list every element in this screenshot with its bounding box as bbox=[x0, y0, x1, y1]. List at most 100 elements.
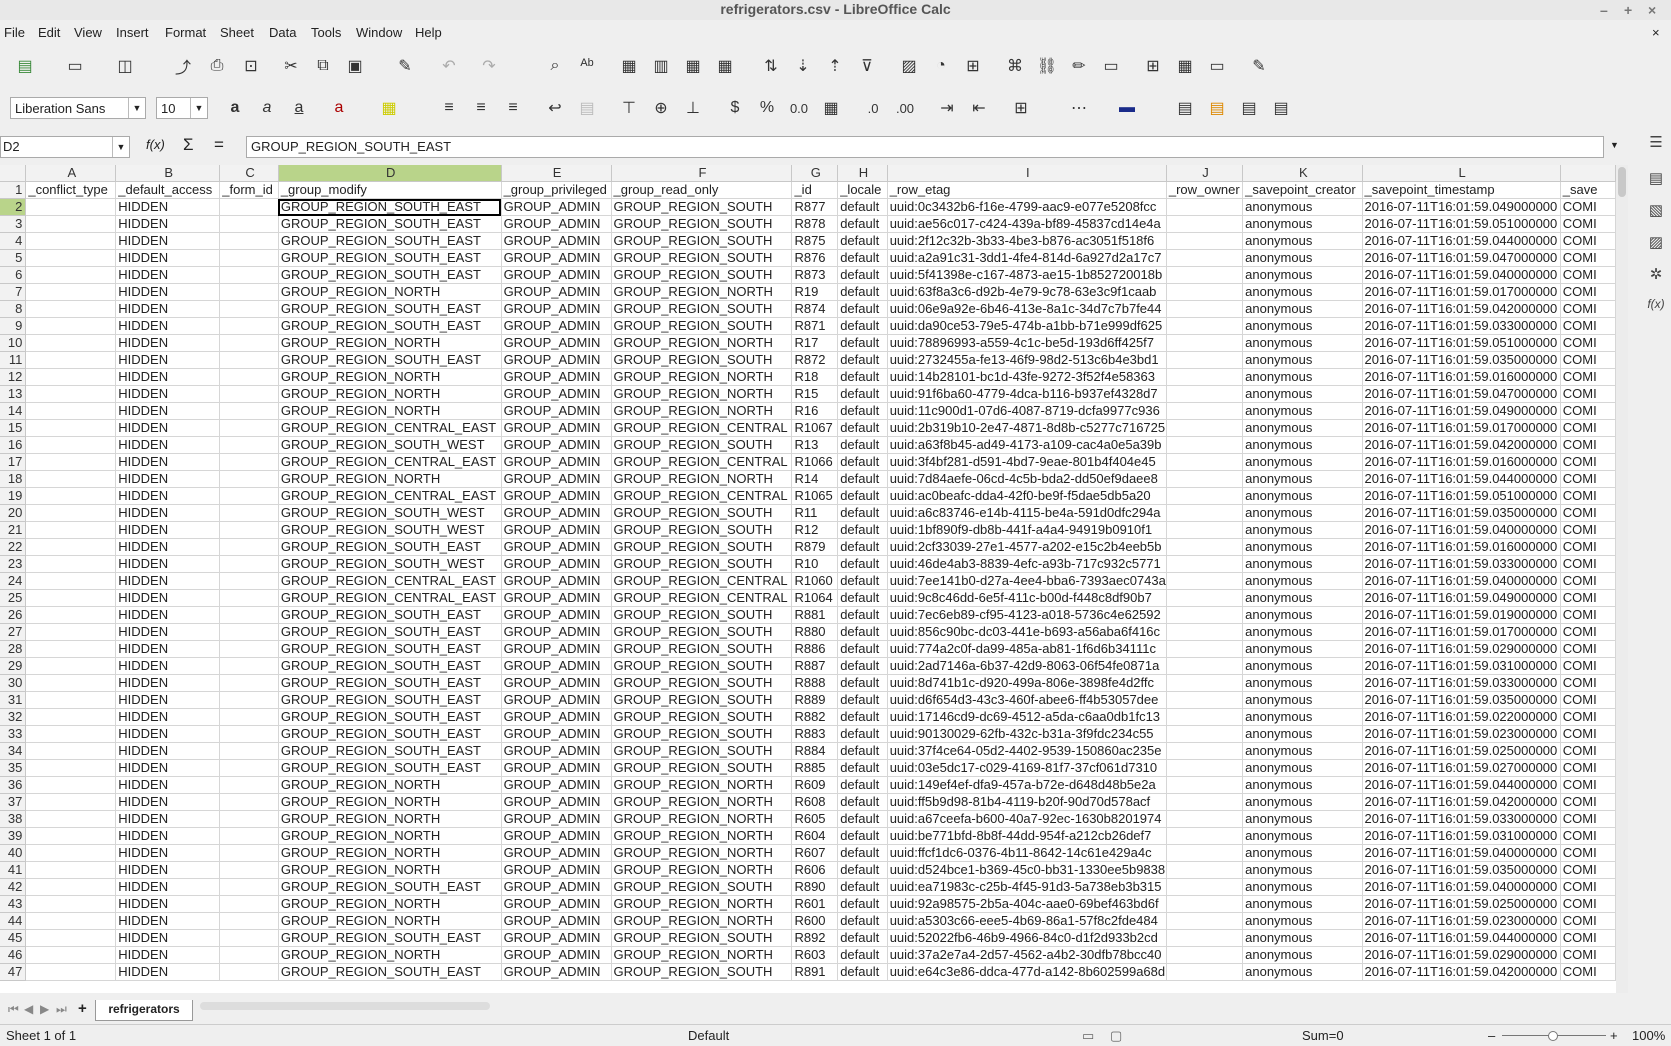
cell[interactable]: 2016-07-11T16:01:59.035000000 bbox=[1362, 351, 1561, 369]
row-header[interactable]: 45 bbox=[0, 929, 27, 947]
cell[interactable]: COMI bbox=[1560, 266, 1616, 284]
cell[interactable]: HIDDEN bbox=[115, 453, 221, 471]
cell[interactable] bbox=[1166, 759, 1244, 777]
cell[interactable] bbox=[25, 368, 117, 386]
cell[interactable]: HIDDEN bbox=[115, 640, 221, 658]
comment-icon[interactable]: ✏ bbox=[1066, 53, 1092, 79]
cell[interactable]: default bbox=[837, 963, 888, 981]
row-header[interactable]: 10 bbox=[0, 334, 27, 352]
cell[interactable]: anonymous bbox=[1242, 538, 1363, 556]
cell[interactable]: GROUP_ADMIN bbox=[501, 827, 612, 845]
cell[interactable] bbox=[1166, 436, 1244, 454]
cell[interactable]: default bbox=[837, 810, 888, 828]
cell[interactable]: GROUP_REGION_SOUTH bbox=[611, 351, 793, 369]
cell[interactable] bbox=[1166, 232, 1244, 250]
cell[interactable]: GROUP_REGION_NORTH bbox=[278, 912, 502, 930]
cell[interactable] bbox=[219, 963, 279, 981]
cell[interactable]: uuid:2f12c32b-3b33-4be3-b876-ac3051f518f… bbox=[887, 232, 1167, 250]
cell[interactable]: R892 bbox=[791, 929, 839, 947]
row-header[interactable]: 26 bbox=[0, 606, 27, 624]
cell[interactable]: GROUP_REGION_SOUTH_EAST bbox=[278, 963, 502, 981]
cell[interactable] bbox=[25, 283, 117, 301]
cell[interactable] bbox=[1166, 266, 1244, 284]
cell[interactable]: 2016-07-11T16:01:59.049000000 bbox=[1362, 198, 1561, 216]
menu-data[interactable]: Data bbox=[269, 25, 296, 40]
cell[interactable] bbox=[1166, 198, 1244, 216]
cell[interactable] bbox=[219, 283, 279, 301]
cell[interactable]: GROUP_ADMIN bbox=[501, 895, 612, 913]
cell[interactable]: 2016-07-11T16:01:59.044000000 bbox=[1362, 232, 1561, 250]
cell[interactable]: HIDDEN bbox=[115, 895, 221, 913]
cell[interactable]: R16 bbox=[791, 402, 839, 420]
cell[interactable]: anonymous bbox=[1242, 504, 1363, 522]
cell[interactable] bbox=[219, 538, 279, 556]
sort-icon[interactable]: ⇅ bbox=[758, 53, 784, 79]
column-header[interactable]: K bbox=[1242, 165, 1363, 182]
cell[interactable] bbox=[1166, 283, 1244, 301]
cell[interactable]: 2016-07-11T16:01:59.025000000 bbox=[1362, 895, 1561, 913]
cell[interactable] bbox=[1166, 929, 1244, 947]
cell[interactable]: COMI bbox=[1560, 623, 1616, 641]
cell[interactable]: R600 bbox=[791, 912, 839, 930]
cell[interactable]: 2016-07-11T16:01:59.016000000 bbox=[1362, 368, 1561, 386]
cell[interactable] bbox=[25, 827, 117, 845]
zoom-out-icon[interactable]: – bbox=[1488, 1025, 1495, 1046]
cell[interactable]: anonymous bbox=[1242, 878, 1363, 896]
cell[interactable]: default bbox=[837, 453, 888, 471]
close-document-icon[interactable]: × bbox=[1652, 25, 1660, 40]
cell[interactable]: HIDDEN bbox=[115, 470, 221, 488]
cell[interactable] bbox=[219, 912, 279, 930]
row-header[interactable]: 43 bbox=[0, 895, 27, 913]
save-icon[interactable]: ◫ bbox=[112, 53, 138, 79]
function-wizard-icon[interactable]: f(x) bbox=[146, 137, 165, 152]
cell[interactable] bbox=[25, 946, 117, 964]
cell[interactable]: R608 bbox=[791, 793, 839, 811]
cell[interactable] bbox=[219, 419, 279, 437]
cell[interactable]: GROUP_REGION_SOUTH bbox=[611, 623, 793, 641]
cell[interactable]: uuid:e64c3e86-ddca-477d-a142-8b602599a68… bbox=[887, 963, 1167, 981]
cell[interactable]: GROUP_ADMIN bbox=[501, 674, 612, 692]
cell[interactable] bbox=[219, 521, 279, 539]
cell[interactable] bbox=[219, 249, 279, 267]
cell[interactable]: GROUP_REGION_CENTRAL_EAST bbox=[278, 453, 502, 471]
cell[interactable] bbox=[1166, 385, 1244, 403]
row-header[interactable]: 17 bbox=[0, 453, 27, 471]
insert-rows-icon[interactable]: ▦ bbox=[680, 53, 706, 79]
freeze-rows-icon[interactable]: ▦ bbox=[1172, 53, 1198, 79]
cell[interactable]: GROUP_ADMIN bbox=[501, 283, 612, 301]
cell[interactable]: GROUP_ADMIN bbox=[501, 249, 612, 267]
cell[interactable]: GROUP_REGION_NORTH bbox=[278, 946, 502, 964]
cell[interactable] bbox=[1166, 861, 1244, 879]
cell[interactable]: GROUP_REGION_NORTH bbox=[278, 776, 502, 794]
cell[interactable]: uuid:d524bce1-b369-45c0-bb31-1330ee5b983… bbox=[887, 861, 1167, 879]
cell[interactable]: GROUP_REGION_NORTH bbox=[611, 810, 793, 828]
cell[interactable]: anonymous bbox=[1242, 555, 1363, 573]
cell[interactable]: default bbox=[837, 198, 888, 216]
cell[interactable]: COMI bbox=[1560, 385, 1616, 403]
row-header[interactable]: 35 bbox=[0, 759, 27, 777]
cell[interactable] bbox=[25, 351, 117, 369]
cell[interactable]: default bbox=[837, 368, 888, 386]
cell[interactable]: HIDDEN bbox=[115, 776, 221, 794]
cell[interactable]: uuid:be771bfd-8b8f-44dd-954f-a212cb26def… bbox=[887, 827, 1167, 845]
data-bar-icon[interactable]: ▤ bbox=[1236, 95, 1262, 121]
cell[interactable]: R17 bbox=[791, 334, 839, 352]
cell[interactable]: COMI bbox=[1560, 657, 1616, 675]
cell[interactable]: default bbox=[837, 929, 888, 947]
cell[interactable]: HIDDEN bbox=[115, 538, 221, 556]
cell[interactable]: uuid:a5303c66-eee5-4b69-86a1-57f8c2fde48… bbox=[887, 912, 1167, 930]
cell[interactable]: uuid:9c8c46dd-6e5f-411c-b00d-f448c8df90b… bbox=[887, 589, 1167, 607]
cell[interactable]: GROUP_REGION_SOUTH bbox=[611, 436, 793, 454]
cell[interactable]: COMI bbox=[1560, 912, 1616, 930]
cell[interactable]: HIDDEN bbox=[115, 487, 221, 505]
cell[interactable]: 2016-07-11T16:01:59.051000000 bbox=[1362, 487, 1561, 505]
cell[interactable]: R10 bbox=[791, 555, 839, 573]
cell[interactable]: uuid:91f6ba60-4779-4dca-b116-b937ef4328d… bbox=[887, 385, 1167, 403]
cell[interactable]: GROUP_ADMIN bbox=[501, 436, 612, 454]
cell[interactable]: GROUP_REGION_NORTH bbox=[278, 283, 502, 301]
cell[interactable]: uuid:da90ce53-79e5-474b-a1bb-b71e999df62… bbox=[887, 317, 1167, 335]
cell[interactable]: default bbox=[837, 895, 888, 913]
cell[interactable]: GROUP_REGION_NORTH bbox=[611, 861, 793, 879]
cell[interactable] bbox=[1166, 895, 1244, 913]
horizontal-scrollbar[interactable] bbox=[200, 1002, 490, 1010]
